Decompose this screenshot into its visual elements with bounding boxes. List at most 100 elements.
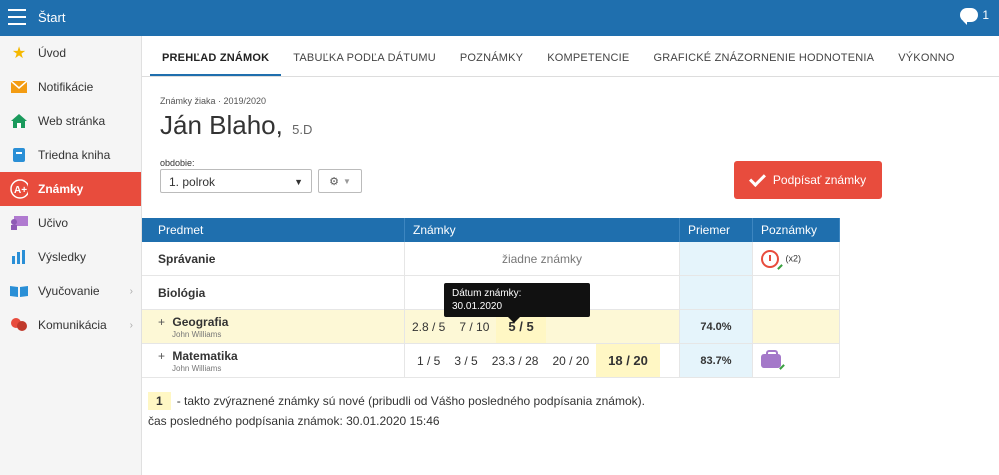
alarm-clock-icon [761, 249, 779, 268]
notes-count: (x2) [785, 252, 802, 263]
school-bag-icon [761, 349, 781, 368]
average-cell: 74.0% [679, 309, 753, 344]
sidebar-item-label: Výsledky [38, 250, 87, 264]
grade-date-tooltip: Dátum známky: 30.01.2020 [444, 283, 590, 323]
open-book-icon [10, 283, 28, 299]
sidebar-item-label: Notifikácie [38, 80, 94, 94]
people-icon [10, 317, 28, 333]
caret-down-icon: ▼ [342, 176, 351, 186]
notes-cell [752, 309, 840, 344]
settings-dropdown-button[interactable]: ⚙ ▼ [318, 169, 362, 193]
sidebar-item-label: Web stránka [38, 114, 106, 128]
chat-indicator[interactable]: 1 [960, 8, 989, 25]
subject-cell[interactable]: + Geografia John Williams [142, 309, 405, 344]
sidebar-item-triedna-kniha[interactable]: Triedna kniha [0, 138, 141, 172]
sidebar-item-notifikacie[interactable]: Notifikácie [0, 70, 141, 104]
tab-kompetencie[interactable]: KOMPETENCIE [535, 52, 641, 76]
chat-icon [960, 8, 979, 25]
sidebar-item-vyucovanie[interactable]: Vyučovanie › [0, 274, 141, 308]
average-cell [679, 242, 753, 276]
teacher-icon [10, 215, 28, 231]
sidebar: ★ Úvod Notifikácie Web stránka Triedna k… [0, 36, 142, 475]
average-cell: 83.7% [679, 343, 753, 378]
check-icon [748, 169, 766, 187]
subject-name: Biológia [158, 285, 206, 300]
tab-graficke-znazornenie[interactable]: GRAFICKÉ ZNÁZORNENIE HODNOTENIA [641, 52, 886, 76]
tab-tabulka-podla-datumu[interactable]: TABUĽKA PODĽA DÁTUMU [281, 52, 448, 76]
period-select-value: 1. polrok [169, 175, 216, 189]
grades-cell: 1 / 5 3 / 5 23.3 / 28 20 / 20 18 / 20 [404, 343, 680, 378]
tab-poznamky[interactable]: POZNÁMKY [448, 52, 535, 76]
table-row: Správanie žiadne známky (x2) [142, 242, 840, 276]
main-content: PREHĽAD ZNÁMOK TABUĽKA PODĽA DÁTUMU POZN… [142, 36, 999, 475]
grade-item[interactable]: 7 / 10 [452, 320, 496, 334]
table-row: + Matematika John Williams 1 / 5 3 / 5 2… [142, 343, 840, 378]
gear-icon: ⚙ [329, 175, 339, 188]
bar-chart-icon [10, 249, 28, 265]
expand-icon[interactable]: + [158, 315, 165, 329]
header-average: Priemer [679, 218, 753, 242]
grades-cell: žiadne známky [404, 242, 680, 276]
header-grades: Známky [404, 218, 680, 242]
star-icon: ★ [11, 45, 27, 62]
student-name: Ján Blaho, [160, 110, 283, 140]
new-grades-legend: 1 - takto zvýraznené známky sú nové (pri… [148, 392, 645, 410]
sidebar-item-label: Známky [38, 182, 84, 196]
sidebar-item-vysledky[interactable]: Výsledky [0, 240, 141, 274]
tab-prehlad-znamok[interactable]: PREHĽAD ZNÁMOK [150, 52, 282, 76]
sidebar-item-znamky[interactable]: A+ Známky [0, 172, 141, 206]
sidebar-item-web-stranka[interactable]: Web stránka [0, 104, 141, 138]
teacher-name: John Williams [172, 363, 222, 373]
tooltip-date: 30.01.2020 [452, 301, 503, 312]
grade-item[interactable]: 1 / 5 [405, 354, 447, 368]
student-heading: Ján Blaho, 5.D [160, 110, 312, 141]
grade-icon: A+ [10, 179, 28, 199]
sign-grades-button[interactable]: Podpísať známky [734, 161, 882, 199]
tooltip-label: Dátum známky: [452, 288, 522, 299]
legend-sample: 1 [148, 392, 171, 410]
student-meta: Známky žiaka · 2019/2020 [160, 96, 267, 106]
subject-cell[interactable]: Správanie [142, 242, 405, 276]
app-title[interactable]: Štart [38, 10, 65, 25]
teacher-name: John Williams [172, 329, 222, 339]
header-subject: Predmet [142, 218, 405, 242]
student-class: 5.D [292, 122, 313, 137]
sidebar-item-label: Učivo [38, 216, 69, 230]
sidebar-item-label: Komunikácia [38, 318, 107, 332]
last-signed-text: čas posledného podpísania známok: 30.01.… [148, 414, 440, 428]
sidebar-item-ucivo[interactable]: Učivo [0, 206, 141, 240]
envelope-icon [10, 79, 28, 95]
header-notes: Poznámky [752, 218, 840, 242]
subject-cell[interactable]: + Matematika John Williams [142, 343, 405, 378]
sidebar-item-label: Vyučovanie [38, 284, 100, 298]
notes-cell[interactable]: (x2) [752, 242, 840, 276]
sidebar-item-komunikacia[interactable]: Komunikácia › [0, 308, 141, 342]
expand-icon[interactable]: + [158, 349, 165, 363]
table-header-row: Predmet Známky Priemer Poznámky [142, 218, 840, 242]
subject-name: Geografia [172, 314, 229, 329]
pencil-icon [777, 263, 783, 270]
sign-grades-label: Podpísať známky [772, 173, 867, 187]
period-select[interactable]: 1. polrok ▼ [160, 169, 312, 193]
sidebar-item-label: Úvod [38, 46, 67, 60]
subject-name: Správanie [158, 251, 216, 266]
chat-count: 1 [982, 8, 989, 22]
average-cell [679, 275, 753, 310]
grade-item[interactable]: 23.3 / 28 [485, 354, 546, 368]
chevron-right-icon: › [129, 285, 133, 297]
grade-item[interactable]: 3 / 5 [447, 354, 484, 368]
sidebar-item-label: Triedna kniha [38, 148, 111, 162]
grade-item[interactable]: 2.8 / 5 [405, 320, 452, 334]
subject-name: Matematika [172, 348, 238, 363]
hamburger-icon[interactable] [8, 9, 26, 25]
grade-item-new[interactable]: 18 / 20 [596, 344, 660, 377]
grade-item[interactable]: 20 / 20 [545, 354, 596, 368]
chevron-right-icon: › [129, 319, 133, 331]
notes-cell[interactable] [752, 343, 840, 378]
notes-cell [752, 275, 840, 310]
book-icon [10, 147, 28, 163]
tab-vykonnost[interactable]: VÝKONNO [886, 52, 966, 76]
subject-cell[interactable]: Biológia [142, 275, 405, 310]
sidebar-item-uvod[interactable]: ★ Úvod [0, 36, 141, 70]
tab-bar: PREHĽAD ZNÁMOK TABUĽKA PODĽA DÁTUMU POZN… [142, 36, 999, 77]
